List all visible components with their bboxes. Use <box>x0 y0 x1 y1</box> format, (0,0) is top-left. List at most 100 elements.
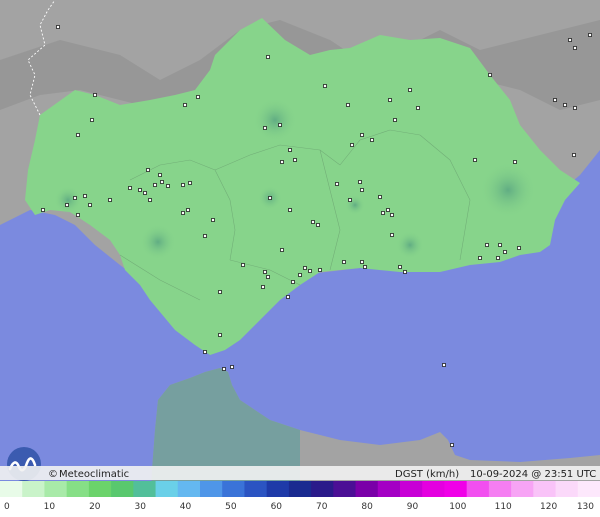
station-marker <box>93 93 97 97</box>
station-marker <box>56 25 60 29</box>
variable-label: DGST (km/h) <box>395 469 459 480</box>
legend-tick-label: 50 <box>225 502 237 512</box>
station-marker <box>280 248 284 252</box>
station-marker <box>335 182 339 186</box>
station-marker <box>158 173 162 177</box>
station-marker <box>261 285 265 289</box>
station-marker <box>146 168 150 172</box>
station-marker <box>196 95 200 99</box>
station-marker <box>568 38 572 42</box>
legend-swatch <box>577 481 600 497</box>
station-marker <box>108 198 112 202</box>
legend-swatch <box>311 481 334 497</box>
gust-hotspot <box>54 186 82 214</box>
station-marker <box>503 250 507 254</box>
legend-swatch <box>333 481 357 497</box>
station-marker <box>263 270 267 274</box>
station-marker <box>160 180 164 184</box>
station-marker <box>498 243 502 247</box>
legend-tick-label: 120 <box>540 502 557 512</box>
station-marker <box>588 33 592 37</box>
legend-swatch <box>0 481 23 497</box>
legend-tick-label: 40 <box>180 502 192 512</box>
legend-tick-label: 90 <box>407 502 419 512</box>
station-marker <box>360 188 364 192</box>
legend-swatch <box>377 481 401 497</box>
station-marker <box>563 103 567 107</box>
legend-tick-label: 10 <box>44 502 56 512</box>
station-marker <box>363 265 367 269</box>
legend-tick-label: 110 <box>495 502 512 512</box>
station-marker <box>393 118 397 122</box>
legend-swatch <box>355 481 379 497</box>
station-marker <box>148 198 152 202</box>
station-marker <box>298 273 302 277</box>
timestamp: 10-09-2024 @ 23:51 UTC <box>470 469 596 480</box>
legend-swatch <box>444 481 468 497</box>
legend-swatch <box>422 481 445 497</box>
station-marker <box>211 218 215 222</box>
station-marker <box>473 158 477 162</box>
gust-hotspot <box>480 162 536 218</box>
station-marker <box>293 158 297 162</box>
station-marker <box>388 98 392 102</box>
station-marker <box>153 183 157 187</box>
station-marker <box>266 55 270 59</box>
legend-swatch <box>266 481 290 497</box>
station-marker <box>230 365 234 369</box>
station-marker <box>278 123 282 127</box>
legend-tick-label: 30 <box>134 502 146 512</box>
station-marker <box>128 186 132 190</box>
legend-tick-label: 0 <box>4 502 10 512</box>
station-marker <box>166 184 170 188</box>
gust-hotspot <box>345 195 365 215</box>
legend-swatch <box>44 481 68 497</box>
station-marker <box>370 138 374 142</box>
legend-swatch <box>22 481 45 497</box>
station-marker <box>342 260 346 264</box>
station-marker <box>478 256 482 260</box>
station-marker <box>203 350 207 354</box>
station-marker <box>316 223 320 227</box>
station-marker <box>485 243 489 247</box>
station-marker <box>450 443 454 447</box>
station-marker <box>90 118 94 122</box>
legend-colorbar <box>0 481 600 497</box>
station-marker <box>268 196 272 200</box>
station-marker <box>288 148 292 152</box>
station-marker <box>573 106 577 110</box>
legend-swatch <box>511 481 534 497</box>
legend-swatch <box>488 481 512 497</box>
credit-text: Meteoclimatic <box>59 469 129 480</box>
station-marker <box>76 213 80 217</box>
station-marker <box>303 266 307 270</box>
legend-swatch <box>466 481 490 497</box>
station-marker <box>76 133 80 137</box>
station-marker <box>218 333 222 337</box>
station-marker <box>183 103 187 107</box>
legend-swatch <box>200 481 223 497</box>
station-marker <box>360 133 364 137</box>
station-marker <box>517 246 521 250</box>
station-marker <box>350 143 354 147</box>
station-marker <box>386 208 390 212</box>
station-marker <box>360 260 364 264</box>
station-marker <box>181 183 185 187</box>
station-marker <box>286 295 290 299</box>
station-marker <box>381 211 385 215</box>
station-marker <box>186 208 190 212</box>
station-marker <box>65 203 69 207</box>
station-marker <box>416 106 420 110</box>
station-marker <box>181 211 185 215</box>
station-marker <box>408 88 412 92</box>
station-marker <box>218 290 222 294</box>
station-marker <box>323 84 327 88</box>
station-marker <box>83 194 87 198</box>
legend-swatch <box>288 481 312 497</box>
gust-hotspot <box>140 224 176 260</box>
gust-hotspot <box>396 231 424 259</box>
legend-tick-label: 20 <box>89 502 101 512</box>
legend-tick-label: 80 <box>361 502 373 512</box>
legend-tick-label: 60 <box>271 502 283 512</box>
legend-tick-label: 130 <box>577 502 594 512</box>
